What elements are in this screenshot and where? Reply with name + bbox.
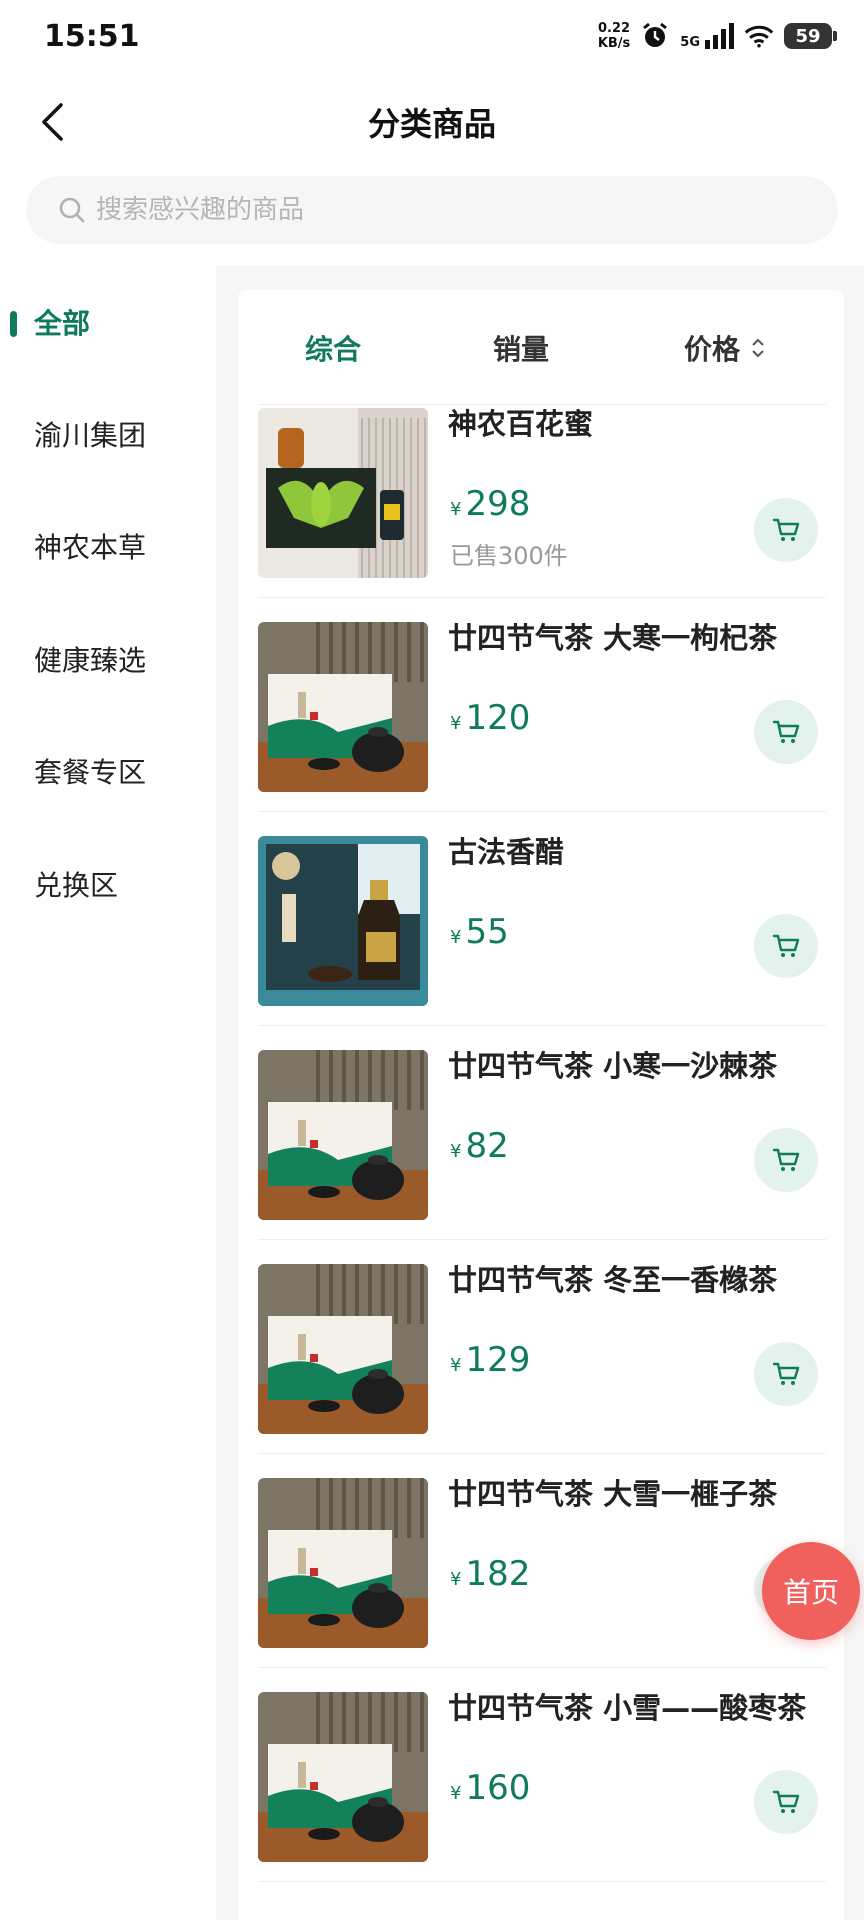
- cart-icon: [772, 518, 800, 541]
- status-time: 15:51: [44, 18, 140, 54]
- search-icon: [59, 197, 85, 223]
- product-price: ¥ 129: [450, 1340, 530, 1380]
- product-image[interactable]: [258, 1692, 428, 1862]
- category-item-bundle[interactable]: 套餐专区: [0, 715, 216, 827]
- category-item-yuchuan[interactable]: 渝川集团: [0, 378, 216, 490]
- network-speed: 0.22 KB/s: [597, 21, 631, 51]
- category-label: 渝川集团: [34, 419, 147, 452]
- product-price: ¥ 55: [450, 912, 509, 952]
- product-image[interactable]: [258, 1264, 428, 1434]
- add-to-cart-button[interactable]: [754, 1128, 818, 1192]
- sort-arrows-icon: [752, 338, 764, 358]
- signal-icon: [704, 22, 734, 50]
- add-to-cart-button[interactable]: [754, 914, 818, 978]
- currency-symbol: ¥: [450, 1355, 462, 1376]
- sort-bar: 综合 销量 价格: [238, 290, 844, 382]
- price-amount: 82: [465, 1126, 509, 1166]
- alarm-icon: [640, 22, 670, 50]
- divider: [258, 1881, 826, 1882]
- wifi-icon: [744, 22, 774, 50]
- product-name: 廿四节气茶 小寒一沙棘茶: [448, 1049, 778, 1083]
- currency-symbol: ¥: [450, 713, 462, 734]
- currency-symbol: ¥: [450, 1141, 462, 1162]
- product-name: 廿四节气茶 大寒一枸杞茶: [448, 621, 778, 655]
- price-amount: 55: [465, 912, 509, 952]
- category-sidebar: 全部 渝川集团 神农本草 健康臻选 套餐专区 兑换区: [0, 266, 216, 1920]
- search-bar: [26, 176, 838, 244]
- price-amount: 120: [465, 698, 531, 738]
- currency-symbol: ¥: [450, 1569, 462, 1590]
- price-amount: 160: [465, 1768, 531, 1808]
- category-item-exchange[interactable]: 兑换区: [0, 828, 216, 940]
- sort-tab-price[interactable]: 价格: [656, 302, 796, 394]
- sold-count: 已售300件: [450, 542, 568, 570]
- product-image[interactable]: [258, 836, 428, 1006]
- product-row[interactable]: 廿四节气茶 冬至一香橼茶 ¥ 129: [258, 1240, 826, 1454]
- product-row[interactable]: 廿四节气茶 大雪一榧子茶 ¥ 182: [258, 1454, 826, 1668]
- sort-tab-overall[interactable]: 综合: [278, 302, 388, 394]
- category-label: 健康臻选: [34, 644, 147, 677]
- product-name: 古法香醋: [448, 835, 565, 869]
- add-to-cart-button[interactable]: [754, 1342, 818, 1406]
- product-price: ¥ 160: [450, 1768, 530, 1808]
- product-image[interactable]: [258, 408, 428, 578]
- currency-symbol: ¥: [450, 1783, 462, 1804]
- product-name: 廿四节气茶 冬至一香橼茶: [448, 1263, 778, 1297]
- category-item-all[interactable]: 全部: [0, 266, 216, 378]
- category-label: 神农本草: [34, 531, 147, 564]
- main-area: 全部 渝川集团 神农本草 健康臻选 套餐专区 兑换区 综合 销量 价格 神农百花…: [0, 266, 864, 1920]
- add-to-cart-button[interactable]: [754, 1770, 818, 1834]
- price-amount: 129: [465, 1340, 531, 1380]
- sort-tab-sales[interactable]: 销量: [466, 302, 576, 394]
- price-amount: 298: [465, 484, 531, 524]
- cart-icon: [772, 934, 800, 957]
- product-price: ¥ 82: [450, 1126, 509, 1166]
- home-float-button[interactable]: 首页: [762, 1542, 860, 1640]
- category-item-shennong[interactable]: 神农本草: [0, 490, 216, 602]
- cart-icon: [772, 1148, 800, 1171]
- search-box[interactable]: [26, 176, 838, 244]
- page-header: 分类商品: [0, 72, 864, 172]
- currency-symbol: ¥: [450, 499, 462, 520]
- search-input[interactable]: [96, 195, 696, 225]
- product-row[interactable]: 廿四节气茶 小雪——酸枣茶 ¥ 160: [258, 1668, 826, 1882]
- cart-icon: [772, 1362, 800, 1385]
- category-item-health[interactable]: 健康臻选: [0, 603, 216, 715]
- product-image[interactable]: [258, 622, 428, 792]
- back-button[interactable]: [24, 94, 80, 150]
- category-label: 套餐专区: [34, 756, 147, 789]
- network-type: 5G: [680, 35, 700, 50]
- product-row[interactable]: 古法香醋 ¥ 55: [258, 812, 826, 1026]
- price-amount: 182: [465, 1554, 531, 1594]
- product-row[interactable]: 廿四节气茶 小寒一沙棘茶 ¥ 82: [258, 1026, 826, 1240]
- product-panel: 综合 销量 价格 神农百花蜜 ¥ 298 已售300件 廿四节气茶 大寒一枸杞茶…: [238, 290, 844, 1920]
- category-label: 兑换区: [34, 869, 119, 902]
- status-icons: 0.22 KB/s 5G 59: [597, 21, 837, 51]
- product-row[interactable]: 神农百花蜜 ¥ 298 已售300件: [258, 384, 826, 598]
- product-price: ¥ 298: [450, 484, 530, 524]
- product-name: 神农百花蜜: [448, 407, 594, 441]
- status-bar: 15:51 0.22 KB/s 5G 59: [0, 0, 864, 72]
- battery-indicator: 59: [784, 23, 837, 49]
- add-to-cart-button[interactable]: [754, 498, 818, 562]
- category-label: 全部: [34, 307, 91, 340]
- product-price: ¥ 120: [450, 698, 530, 738]
- add-to-cart-button[interactable]: [754, 700, 818, 764]
- currency-symbol: ¥: [450, 927, 462, 948]
- product-price: ¥ 182: [450, 1554, 530, 1594]
- product-name: 廿四节气茶 小雪——酸枣茶: [448, 1691, 807, 1725]
- product-image[interactable]: [258, 1050, 428, 1220]
- product-row[interactable]: 廿四节气茶 大寒一枸杞茶 ¥ 120: [258, 598, 826, 812]
- cart-icon: [772, 720, 800, 743]
- back-icon: [42, 103, 63, 141]
- product-name: 廿四节气茶 大雪一榧子茶: [448, 1477, 778, 1511]
- product-image[interactable]: [258, 1478, 428, 1648]
- page-title: 分类商品: [367, 105, 496, 143]
- active-indicator: [10, 311, 17, 337]
- cart-icon: [772, 1790, 800, 1813]
